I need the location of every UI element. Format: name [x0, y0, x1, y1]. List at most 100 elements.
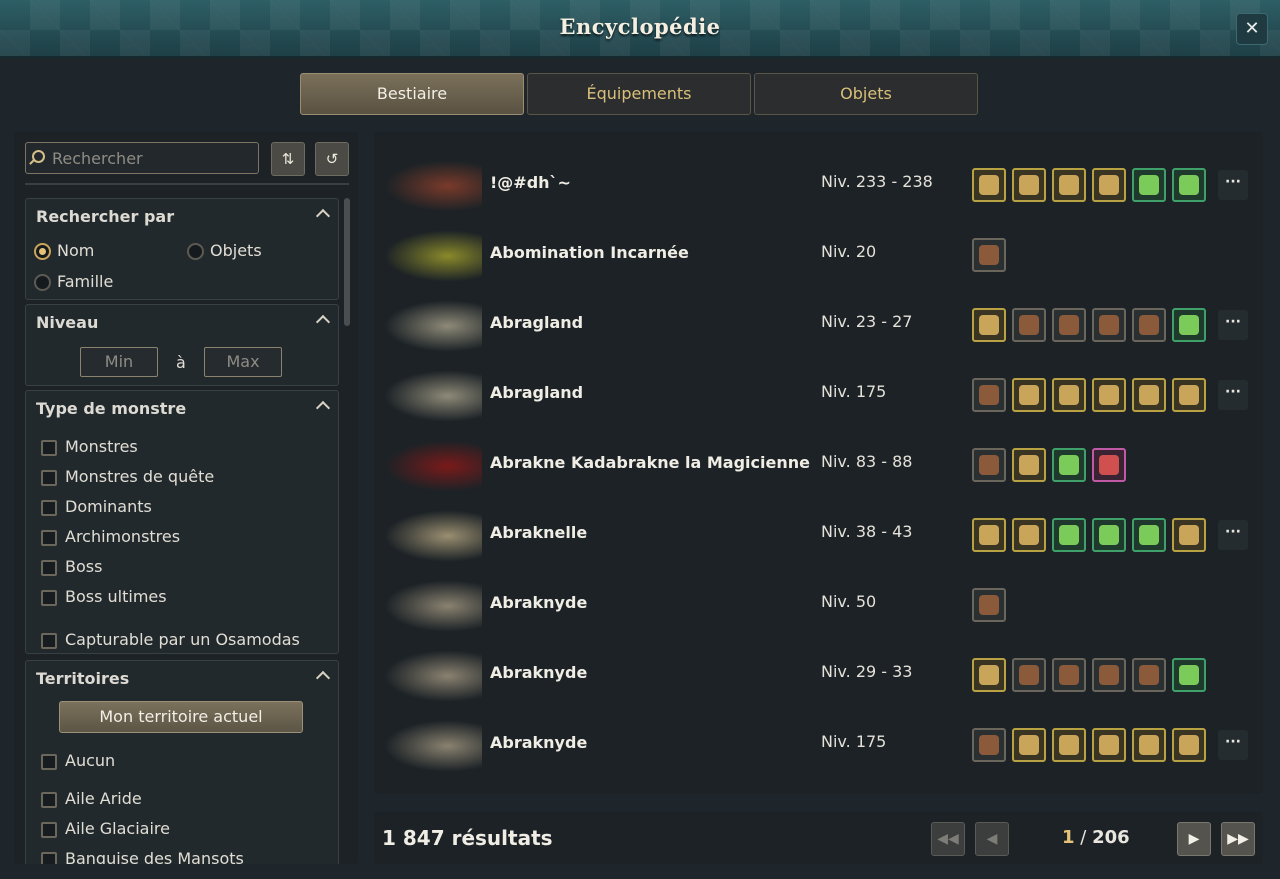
drop-item-icon[interactable]	[972, 168, 1006, 202]
drop-item-icon[interactable]	[1092, 378, 1126, 412]
checkbox[interactable]	[41, 530, 57, 546]
drop-item-icon[interactable]	[1012, 168, 1046, 202]
divider	[25, 183, 349, 185]
monster-portrait	[384, 440, 482, 492]
more-drops-button[interactable]: ···	[1218, 310, 1248, 340]
item-glyph	[1099, 175, 1119, 195]
search-input[interactable]	[50, 146, 254, 170]
drop-item-icon[interactable]	[1172, 378, 1206, 412]
reset-button[interactable]: ↺	[315, 142, 349, 176]
item-glyph	[1179, 525, 1199, 545]
current-territory-button[interactable]: Mon territoire actuel	[59, 701, 303, 733]
more-drops-button[interactable]: ···	[1218, 730, 1248, 760]
drop-item-icon[interactable]	[1172, 518, 1206, 552]
drop-item-icon[interactable]	[1012, 728, 1046, 762]
page-separator: /	[1080, 827, 1087, 848]
drop-item-icon[interactable]	[972, 588, 1006, 622]
monster-row[interactable]: Abrakne Kadabrakne la Magicienne Niv. 83 …	[374, 430, 1263, 500]
chevron-up-icon[interactable]	[315, 670, 331, 686]
checkbox[interactable]	[41, 792, 57, 808]
monster-row[interactable]: !@#dh`~ Niv. 233 - 238 ···	[374, 150, 1263, 220]
drop-item-icon[interactable]	[972, 448, 1006, 482]
drop-item-icon[interactable]	[1132, 518, 1166, 552]
monster-row[interactable]: Abragland Niv. 175 ···	[374, 360, 1263, 430]
drop-item-icon[interactable]	[1172, 168, 1206, 202]
monster-row[interactable]: Abraknyde Niv. 175 ···	[374, 710, 1263, 780]
more-drops-button[interactable]: ···	[1218, 380, 1248, 410]
level-max-input[interactable]: Max	[204, 347, 282, 377]
monster-row[interactable]: Abomination Incarnée Niv. 20	[374, 220, 1263, 290]
radio-objets[interactable]	[187, 243, 204, 260]
drop-item-icon[interactable]	[1052, 518, 1086, 552]
monster-row[interactable]: Abraknyde Niv. 50	[374, 570, 1263, 640]
drop-item-icon[interactable]	[972, 658, 1006, 692]
drop-item-icon[interactable]	[1052, 378, 1086, 412]
close-button[interactable]: ✕	[1236, 13, 1268, 45]
tab-equipements[interactable]: Équipements	[527, 73, 751, 115]
more-drops-button[interactable]: ···	[1218, 520, 1248, 550]
drop-item-icon[interactable]	[1132, 168, 1166, 202]
first-page-button[interactable]: ◀◀	[931, 822, 965, 856]
chevron-up-icon[interactable]	[315, 314, 331, 330]
drop-item-icon[interactable]	[1052, 448, 1086, 482]
drop-item-icon[interactable]	[1092, 448, 1126, 482]
checkbox[interactable]	[41, 633, 57, 649]
drop-item-icon[interactable]	[1092, 518, 1126, 552]
drop-item-icon[interactable]	[1012, 308, 1046, 342]
drop-item-icon[interactable]	[972, 378, 1006, 412]
drop-item-icon[interactable]	[1132, 308, 1166, 342]
checkbox[interactable]	[41, 822, 57, 838]
monster-row[interactable]: Abraknyde Niv. 29 - 33	[374, 640, 1263, 710]
item-glyph	[1059, 525, 1079, 545]
monster-row[interactable]: Abraknelle Niv. 38 - 43 ···	[374, 500, 1263, 570]
drop-item-icon[interactable]	[1012, 448, 1046, 482]
window-title: Encyclopédie	[559, 14, 721, 39]
monster-row[interactable]: Abragland Niv. 23 - 27 ···	[374, 290, 1263, 360]
checkbox-label: Banquise des Mansots	[65, 849, 244, 864]
tab-bestiaire[interactable]: Bestiaire	[300, 73, 524, 115]
drop-item-icon[interactable]	[1172, 658, 1206, 692]
radio-famille[interactable]	[34, 274, 51, 291]
drop-item-icon[interactable]	[1092, 658, 1126, 692]
drop-item-icon[interactable]	[1132, 378, 1166, 412]
drop-item-icon[interactable]	[1052, 658, 1086, 692]
checkbox[interactable]	[41, 754, 57, 770]
next-page-button[interactable]: ▶	[1177, 822, 1211, 856]
checkbox[interactable]	[41, 852, 57, 864]
checkbox[interactable]	[41, 440, 57, 456]
chevron-up-icon[interactable]	[315, 208, 331, 224]
checkbox[interactable]	[41, 560, 57, 576]
drop-item-icon[interactable]	[1012, 518, 1046, 552]
drop-item-icon[interactable]	[1012, 658, 1046, 692]
level-min-input[interactable]: Min	[80, 347, 158, 377]
drop-item-icon[interactable]	[1092, 728, 1126, 762]
drop-item-icon[interactable]	[1052, 728, 1086, 762]
drop-item-icon[interactable]	[1012, 378, 1046, 412]
chevron-up-icon[interactable]	[315, 400, 331, 416]
drop-item-icon[interactable]	[1132, 728, 1166, 762]
drop-item-icon[interactable]	[1092, 168, 1126, 202]
more-drops-button[interactable]: ···	[1218, 170, 1248, 200]
checkbox[interactable]	[41, 470, 57, 486]
prev-page-button[interactable]: ◀	[975, 822, 1009, 856]
radio-nom[interactable]	[34, 243, 51, 260]
drop-item-icon[interactable]	[1052, 308, 1086, 342]
chevron-left-icon: ◀	[986, 831, 998, 847]
drop-item-icon[interactable]	[972, 238, 1006, 272]
drop-item-icon[interactable]	[1052, 168, 1086, 202]
sidebar-scrollbar[interactable]	[344, 198, 350, 326]
last-page-button[interactable]: ▶▶	[1221, 822, 1255, 856]
drop-item-icon[interactable]	[972, 728, 1006, 762]
sort-button[interactable]: ⇅	[271, 142, 305, 176]
search-field[interactable]	[25, 142, 259, 174]
drop-item-icon[interactable]	[1092, 308, 1126, 342]
drop-item-icon[interactable]	[1132, 658, 1166, 692]
drop-item-icon[interactable]	[972, 308, 1006, 342]
drop-item-icon[interactable]	[1172, 308, 1206, 342]
checkbox[interactable]	[41, 500, 57, 516]
checkbox[interactable]	[41, 590, 57, 606]
item-glyph	[1059, 665, 1079, 685]
drop-item-icon[interactable]	[972, 518, 1006, 552]
tab-objets[interactable]: Objets	[754, 73, 978, 115]
drop-item-icon[interactable]	[1172, 728, 1206, 762]
